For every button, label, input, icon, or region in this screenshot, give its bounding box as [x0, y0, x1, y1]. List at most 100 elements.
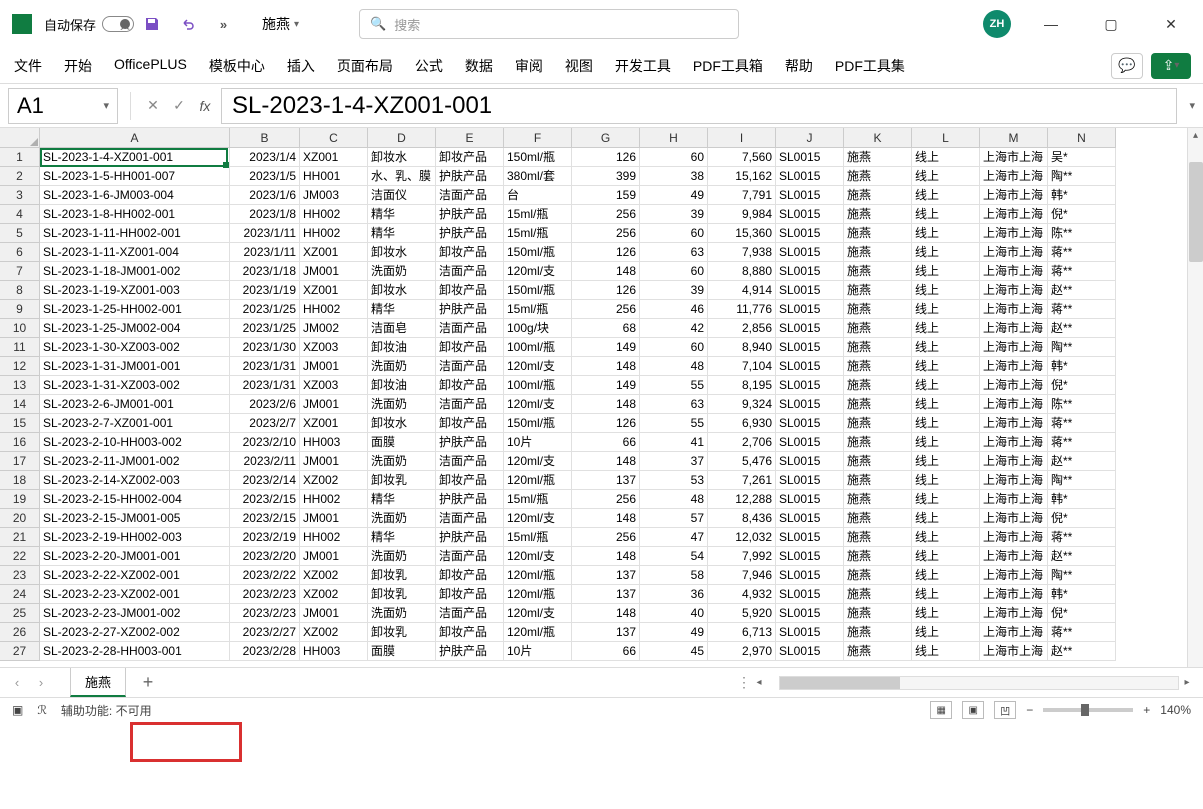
- cell[interactable]: 40: [640, 604, 708, 623]
- ribbon-tab-6[interactable]: 公式: [413, 50, 445, 82]
- cell[interactable]: 卸妆乳: [368, 566, 436, 585]
- row-header[interactable]: 16: [0, 433, 40, 452]
- cell[interactable]: JM001: [300, 395, 368, 414]
- save-button[interactable]: [138, 10, 166, 38]
- zoom-out-button[interactable]: −: [1026, 703, 1033, 717]
- cell[interactable]: 256: [572, 224, 640, 243]
- add-sheet-button[interactable]: +: [138, 672, 158, 693]
- column-header[interactable]: D: [368, 128, 436, 148]
- cell[interactable]: 施燕: [844, 490, 912, 509]
- cell[interactable]: HH002: [300, 205, 368, 224]
- cell[interactable]: 施燕: [844, 414, 912, 433]
- cell[interactable]: 护肤产品: [436, 642, 504, 661]
- cell[interactable]: JM001: [300, 604, 368, 623]
- ribbon-tab-11[interactable]: PDF工具箱: [691, 50, 765, 82]
- cell[interactable]: 洁面产品: [436, 452, 504, 471]
- cell[interactable]: 150ml/瓶: [504, 243, 572, 262]
- cell[interactable]: SL0015: [776, 452, 844, 471]
- cell[interactable]: SL-2023-1-6-JM003-004: [40, 186, 230, 205]
- cell[interactable]: SL-2023-1-30-XZ003-002: [40, 338, 230, 357]
- cell[interactable]: 线上: [912, 224, 980, 243]
- cell[interactable]: 5,920: [708, 604, 776, 623]
- cell[interactable]: SL-2023-2-28-HH003-001: [40, 642, 230, 661]
- cell[interactable]: 48: [640, 357, 708, 376]
- cell[interactable]: 2023/2/7: [230, 414, 300, 433]
- cell[interactable]: 洗面奶: [368, 604, 436, 623]
- column-header[interactable]: F: [504, 128, 572, 148]
- cell[interactable]: 2023/2/22: [230, 566, 300, 585]
- cell[interactable]: 赵**: [1048, 452, 1116, 471]
- cell[interactable]: 施燕: [844, 319, 912, 338]
- row-header[interactable]: 11: [0, 338, 40, 357]
- cell[interactable]: 137: [572, 623, 640, 642]
- cell[interactable]: 66: [572, 433, 640, 452]
- expand-formula-bar-button[interactable]: ▾: [1189, 99, 1195, 112]
- cell[interactable]: 49: [640, 623, 708, 642]
- cell[interactable]: 线上: [912, 623, 980, 642]
- cell[interactable]: 线上: [912, 205, 980, 224]
- cell[interactable]: 137: [572, 585, 640, 604]
- cell[interactable]: XZ003: [300, 376, 368, 395]
- cell[interactable]: 施燕: [844, 623, 912, 642]
- cell[interactable]: 2023/1/31: [230, 357, 300, 376]
- sheet-nav-prev[interactable]: ‹: [8, 675, 26, 690]
- cell[interactable]: SL0015: [776, 262, 844, 281]
- cell[interactable]: SL0015: [776, 585, 844, 604]
- cell[interactable]: 上海市上海: [980, 623, 1048, 642]
- cell[interactable]: XZ002: [300, 623, 368, 642]
- cell[interactable]: 韩*: [1048, 585, 1116, 604]
- cell[interactable]: 线上: [912, 490, 980, 509]
- cell[interactable]: SL0015: [776, 186, 844, 205]
- cell[interactable]: 2023/1/25: [230, 319, 300, 338]
- ribbon-tab-3[interactable]: 模板中心: [207, 50, 267, 82]
- cell[interactable]: 上海市上海: [980, 585, 1048, 604]
- cell[interactable]: 37: [640, 452, 708, 471]
- cell[interactable]: XZ002: [300, 585, 368, 604]
- vertical-scrollbar[interactable]: ▴: [1187, 128, 1203, 667]
- zoom-slider[interactable]: [1043, 708, 1133, 712]
- cell[interactable]: 精华: [368, 224, 436, 243]
- cell[interactable]: 2023/1/18: [230, 262, 300, 281]
- cell[interactable]: SL-2023-1-11-XZ001-004: [40, 243, 230, 262]
- cell[interactable]: 上海市上海: [980, 205, 1048, 224]
- cell[interactable]: HH002: [300, 300, 368, 319]
- cell[interactable]: SL-2023-2-20-JM001-001: [40, 547, 230, 566]
- row-header[interactable]: 4: [0, 205, 40, 224]
- cell[interactable]: HH003: [300, 433, 368, 452]
- cell[interactable]: JM003: [300, 186, 368, 205]
- cell[interactable]: 施燕: [844, 395, 912, 414]
- cell[interactable]: SL-2023-2-22-XZ002-001: [40, 566, 230, 585]
- insert-function-button[interactable]: fx: [195, 96, 215, 116]
- cell[interactable]: SL0015: [776, 243, 844, 262]
- cell[interactable]: 5,476: [708, 452, 776, 471]
- cell[interactable]: 洗面奶: [368, 395, 436, 414]
- cell[interactable]: 12,032: [708, 528, 776, 547]
- cell[interactable]: 2023/2/20: [230, 547, 300, 566]
- row-header[interactable]: 1: [0, 148, 40, 167]
- cell[interactable]: SL-2023-2-10-HH003-002: [40, 433, 230, 452]
- cell[interactable]: 护肤产品: [436, 224, 504, 243]
- cell[interactable]: 15ml/瓶: [504, 528, 572, 547]
- cell[interactable]: 卸妆油: [368, 338, 436, 357]
- cell[interactable]: HH002: [300, 528, 368, 547]
- cell[interactable]: SL0015: [776, 300, 844, 319]
- cell[interactable]: 148: [572, 452, 640, 471]
- cell[interactable]: 10片: [504, 433, 572, 452]
- cell[interactable]: 上海市上海: [980, 148, 1048, 167]
- cell[interactable]: 148: [572, 604, 640, 623]
- cell[interactable]: XZ002: [300, 471, 368, 490]
- ribbon-tab-8[interactable]: 审阅: [513, 50, 545, 82]
- vscroll-thumb[interactable]: [1189, 162, 1203, 262]
- row-header[interactable]: 3: [0, 186, 40, 205]
- cell[interactable]: SL-2023-1-8-HH002-001: [40, 205, 230, 224]
- cell[interactable]: 线上: [912, 642, 980, 661]
- row-header[interactable]: 7: [0, 262, 40, 281]
- cell[interactable]: 48: [640, 490, 708, 509]
- cell[interactable]: 47: [640, 528, 708, 547]
- cell[interactable]: 倪*: [1048, 604, 1116, 623]
- cell[interactable]: 施燕: [844, 338, 912, 357]
- cell[interactable]: 洗面奶: [368, 357, 436, 376]
- cell[interactable]: 施燕: [844, 167, 912, 186]
- cell[interactable]: 15,360: [708, 224, 776, 243]
- cell[interactable]: 148: [572, 357, 640, 376]
